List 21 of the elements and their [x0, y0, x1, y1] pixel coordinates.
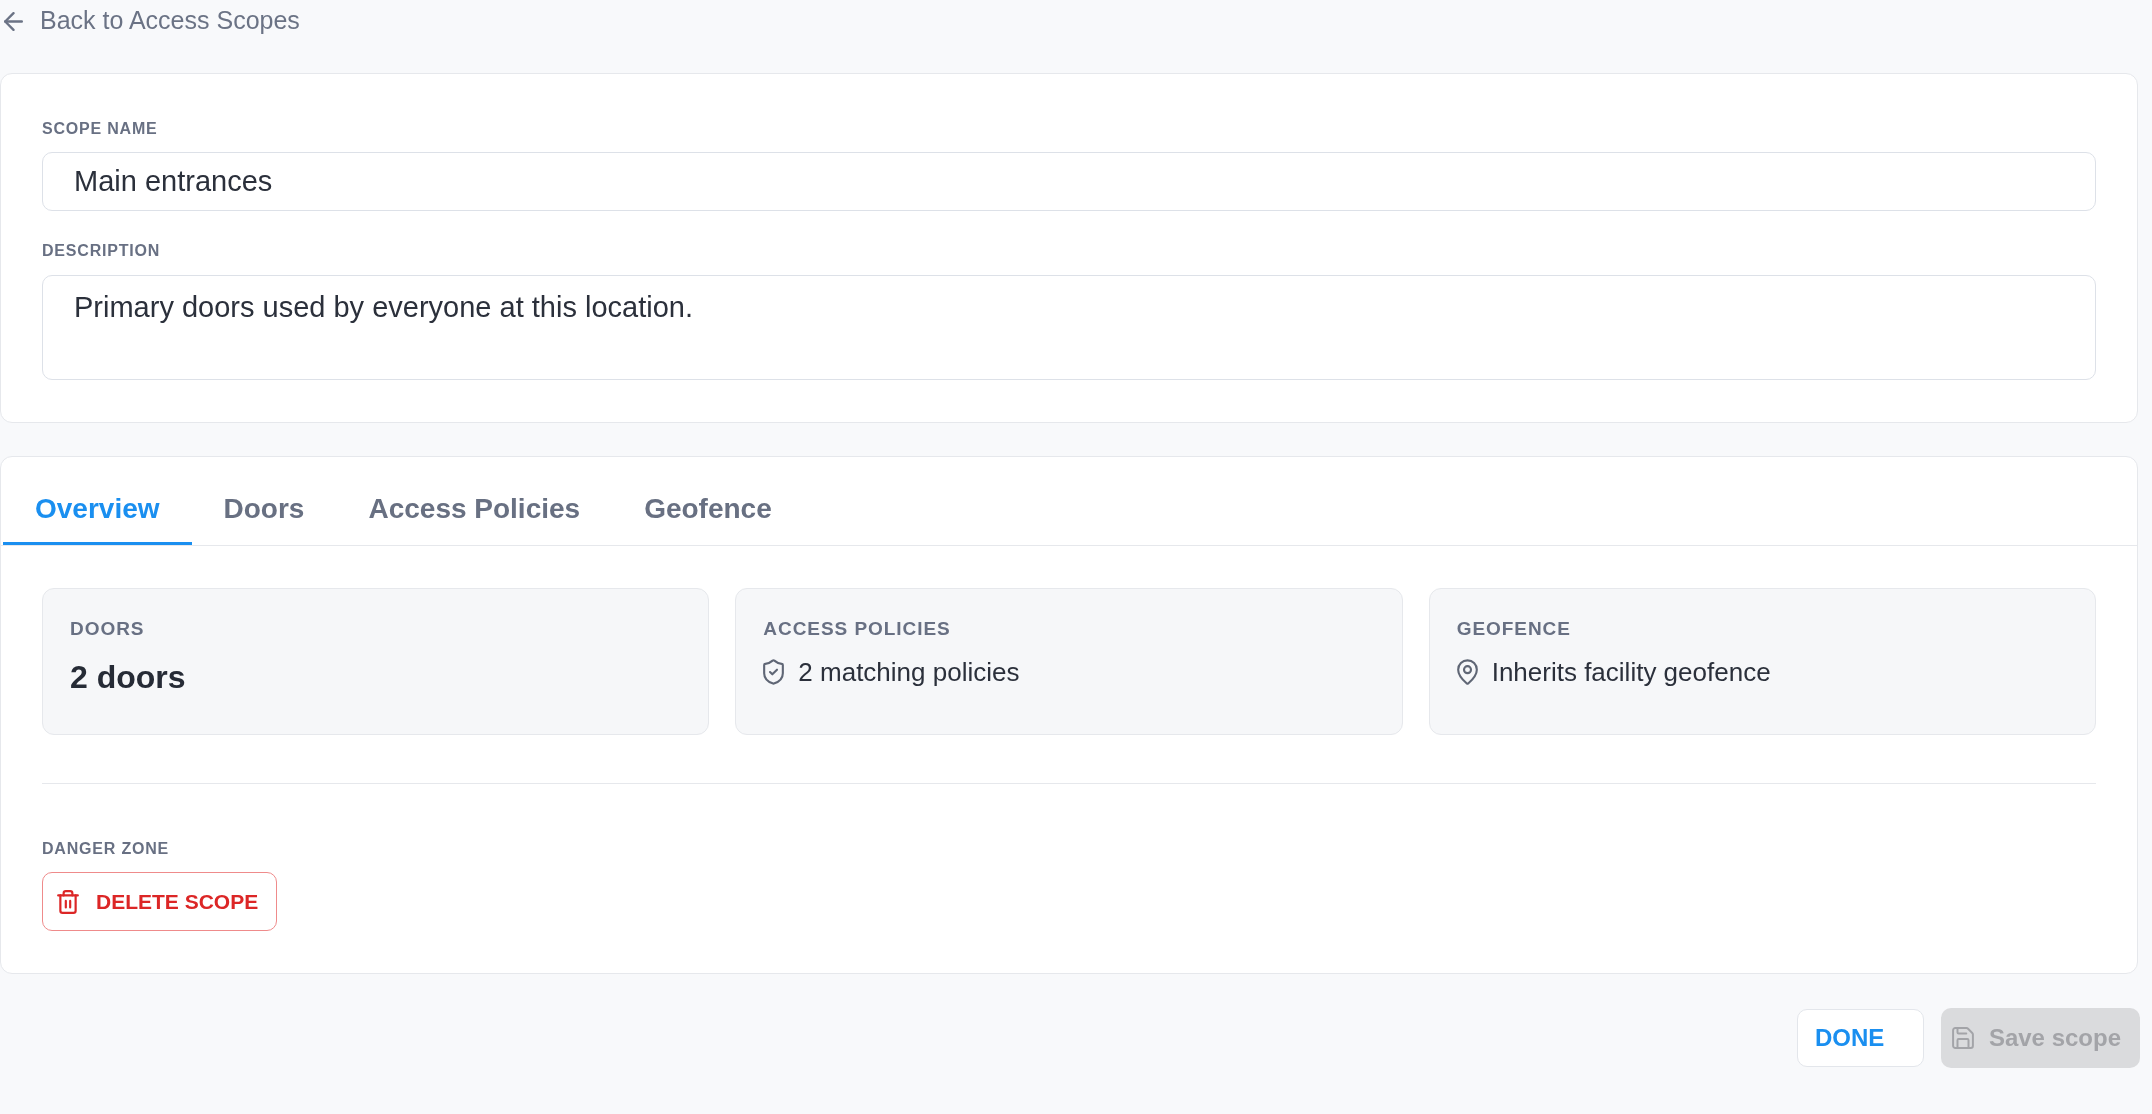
tab[interactable]: Geofence [612, 473, 804, 545]
stat-value: 2 doors [70, 658, 186, 697]
tab[interactable]: Access Policies [336, 473, 613, 545]
field-label: SCOPE NAME [42, 119, 159, 139]
stat-label: GEOFENCE [1456, 617, 1572, 641]
trash-icon [57, 889, 79, 914]
description-textarea[interactable]: Primary doors used by everyone at this location. [42, 275, 2096, 380]
stat-value: 2 matching policies [798, 656, 1020, 689]
delete-scope-button[interactable]: DELETE SCOPE [42, 872, 278, 931]
tab[interactable]: Overview [3, 473, 192, 545]
shield-check-icon [763, 659, 785, 685]
name-input[interactable]: Main entrances [42, 152, 2096, 211]
stat-value: Inherits facility geofence [1491, 656, 1771, 689]
map-pin-icon [1456, 659, 1478, 685]
back-link[interactable]: Back to Access Scopes [4, 6, 300, 36]
field-label: DESCRIPTION [42, 241, 162, 261]
tab[interactable]: Doors [191, 473, 337, 545]
stat-label: DOORS [70, 617, 146, 641]
danger-zone-label: DANGER ZONE [42, 839, 171, 859]
stat-label: ACCESS POLICIES [763, 617, 952, 641]
done-button[interactable]: DONE [1796, 1009, 1924, 1067]
